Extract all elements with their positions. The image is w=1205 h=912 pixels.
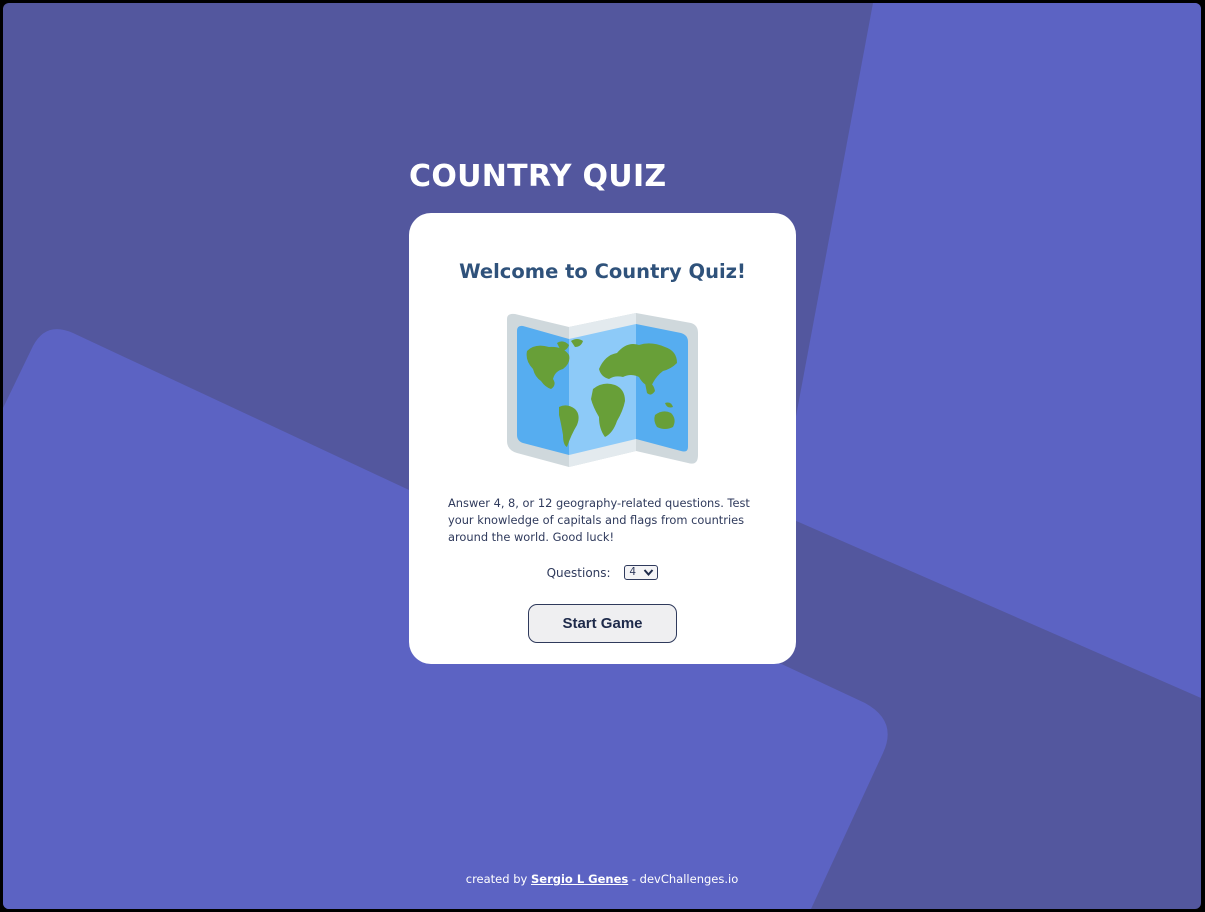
- page-title: COUNTRY QUIZ: [409, 159, 667, 194]
- world-map-icon: [505, 311, 700, 471]
- footer-prefix: created by: [465, 872, 531, 886]
- footer-credit: created by Sergio L Genes - devChallenge…: [3, 870, 1201, 888]
- chevron-down-icon: [644, 569, 654, 577]
- start-game-button[interactable]: Start Game: [528, 604, 677, 643]
- questions-row: Questions: 4: [409, 565, 796, 587]
- questions-select-value: 4: [629, 566, 637, 578]
- quiz-card: Welcome to Country Quiz! Answer 4, 8, or…: [409, 213, 796, 664]
- welcome-heading: Welcome to Country Quiz!: [459, 260, 746, 283]
- questions-label: Questions:: [546, 565, 611, 580]
- questions-select[interactable]: 4: [624, 565, 659, 580]
- app-frame: COUNTRY QUIZ Welcome to Country Quiz! An…: [3, 3, 1201, 909]
- author-link[interactable]: Sergio L Genes: [531, 872, 628, 886]
- quiz-description: Answer 4, 8, or 12 geography-related que…: [448, 496, 750, 544]
- footer-suffix: - devChallenges.io: [628, 872, 739, 886]
